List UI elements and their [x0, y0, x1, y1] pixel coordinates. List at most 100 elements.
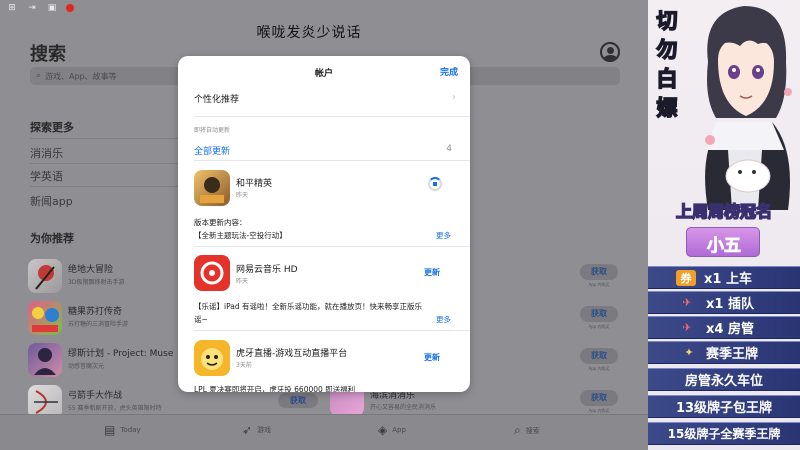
title-char: 嫖: [656, 95, 679, 121]
in-app-purchase-note: App 内购买: [588, 282, 610, 287]
divider: [194, 330, 470, 331]
explore-item[interactable]: 消消乐: [30, 145, 63, 161]
in-app-purchase-note: App 内购买: [588, 324, 610, 329]
anime-character-illustration: [705, 6, 792, 210]
divider: [30, 138, 180, 139]
section-label: 即将自动更新: [194, 127, 231, 134]
rank-name-box: 小五: [686, 227, 760, 257]
netease-music-icon: [194, 255, 230, 291]
modal-title: 帐户: [314, 69, 333, 79]
profile-icon[interactable]: [600, 42, 620, 62]
tab-label: App: [392, 426, 406, 434]
download-progress-icon[interactable]: [428, 177, 442, 191]
rank-banner: 上周周榜冠名: [675, 201, 773, 222]
modal-header: 帐户 完成: [178, 56, 470, 88]
perk-row: 券 x1 上车: [648, 266, 800, 289]
grid-icon[interactable]: ⊞: [6, 3, 18, 13]
row-label: 个性化推荐: [194, 95, 240, 105]
perk-text: x4 房管: [706, 322, 754, 337]
app-name: 网易云音乐 HD: [236, 265, 298, 275]
perk-row: ✦ 赛季王牌: [648, 341, 800, 364]
more-link[interactable]: 更多: [436, 230, 451, 241]
title-char: 白: [656, 66, 679, 92]
login-icon[interactable]: ⇥: [26, 3, 38, 13]
app-date: 昨天: [236, 278, 249, 285]
record-icon[interactable]: [66, 4, 74, 12]
perk-row: 15级牌子全赛季王牌: [648, 422, 800, 445]
camera-icon[interactable]: ▣: [46, 3, 58, 13]
tab-label: 搜索: [525, 426, 540, 435]
app-name: 和平精英: [236, 179, 273, 189]
app-subtitle: 3D极限飘移射击手游: [68, 279, 125, 286]
get-button[interactable]: 获取: [580, 306, 618, 322]
tab-apps[interactable]: ◈ App: [378, 423, 406, 437]
app-name: 缪斯计划 - Project: Muse: [68, 349, 174, 359]
app-name: 弓箭手大作战: [68, 391, 123, 401]
perk-row: ✈ x1 插队: [648, 291, 800, 314]
coupon-icon: 券: [676, 269, 696, 286]
plane-icon: ✈: [682, 296, 692, 309]
overlay-title: 切 勿 白 嫖: [652, 8, 682, 121]
divider: [30, 163, 180, 164]
tab-label: 游戏: [257, 426, 272, 434]
ipad-screen: ⊞ ⇥ ▣ 喉咙发炎少说话 搜索 ⌕ 游戏、App、故事等 探索更多 消消乐 学…: [0, 0, 648, 450]
app-icon: [28, 259, 62, 293]
perk-text: x1 上车: [704, 272, 752, 287]
tab-bar: ▤ Today ➶ 游戏 ◈ App ⌕ 搜索: [0, 414, 648, 450]
explore-heading: 探索更多: [30, 121, 74, 134]
divider: [30, 186, 180, 187]
get-button[interactable]: 获取: [278, 393, 318, 408]
app-icon: [28, 301, 62, 335]
title-char: 勿: [656, 37, 679, 63]
explore-item[interactable]: 学英语: [30, 168, 63, 184]
app-subtitle: 55 赛季新剧开放，虎头英雄限时特: [68, 405, 162, 412]
perk-text: 15级牌子全赛季王牌: [667, 427, 781, 441]
done-button[interactable]: 完成: [440, 65, 458, 78]
recommend-heading: 为你推荐: [30, 232, 74, 245]
search-icon: ⌕: [514, 423, 521, 437]
tab-search[interactable]: ⌕ 搜索: [514, 423, 540, 438]
explore-item[interactable]: 新闻app: [30, 193, 73, 209]
app-subtitle: 动感音魔次元: [68, 363, 105, 370]
app-name: 虎牙直播-游戏互动直播平台: [236, 349, 348, 359]
perk-row: ✈ x4 房管: [648, 316, 800, 339]
rank-name: 小五: [707, 236, 742, 257]
app-name: 绝地大冒险: [68, 265, 114, 275]
stream-title: 喉咙发炎少说话: [256, 25, 362, 41]
perk-text: x1 插队: [706, 297, 754, 312]
title-char: 切: [656, 8, 679, 34]
release-notes: 谣~: [194, 315, 208, 324]
perk-row: 13级牌子包王牌: [648, 395, 800, 418]
personalized-recommendations-row[interactable]: 个性化推荐 ›: [194, 92, 456, 110]
update-button[interactable]: 更新: [424, 352, 440, 363]
tab-games[interactable]: ➶ 游戏: [242, 423, 271, 437]
get-button[interactable]: 获取: [580, 264, 618, 280]
update-button[interactable]: 更新: [424, 267, 440, 278]
tab-label: Today: [120, 426, 141, 434]
status-bar: ⊞ ⇥ ▣: [0, 0, 648, 16]
rocket-icon: ➶: [242, 423, 253, 437]
search-placeholder: 游戏、App、故事等: [45, 71, 117, 81]
perk-row: 房管永久车位: [648, 368, 800, 391]
update-all-button[interactable]: 全部更新: [194, 144, 230, 157]
release-notes: LPL 夏决赛即将开启，虎牙投 660000 即送福利: [194, 385, 356, 392]
app-icon: [28, 343, 62, 377]
more-link[interactable]: 更多: [436, 314, 451, 325]
get-button[interactable]: 获取: [580, 390, 618, 406]
layers-icon: ◈: [378, 423, 388, 437]
page-title: 搜索: [30, 44, 66, 65]
medal-icon: ✦: [684, 346, 694, 359]
app-icon: [194, 170, 230, 206]
in-app-purchase-note: App 内购买: [588, 366, 610, 371]
update-count: 4: [446, 144, 452, 154]
perk-text: 13级牌子包王牌: [675, 401, 773, 416]
release-notes: 【全新主题玩法-空投行动】: [194, 231, 287, 240]
app-name: 糖果苏打传奇: [68, 307, 123, 317]
get-button[interactable]: 获取: [580, 348, 618, 364]
app-date: 3天前: [236, 362, 252, 369]
tab-today[interactable]: ▤ Today: [104, 423, 141, 437]
app-subtitle: 开心又容易的全民消消乐: [370, 404, 437, 411]
release-notes-heading: 版本更新内容：: [194, 218, 247, 227]
search-icon: ⌕: [36, 71, 42, 81]
divider: [194, 116, 470, 117]
